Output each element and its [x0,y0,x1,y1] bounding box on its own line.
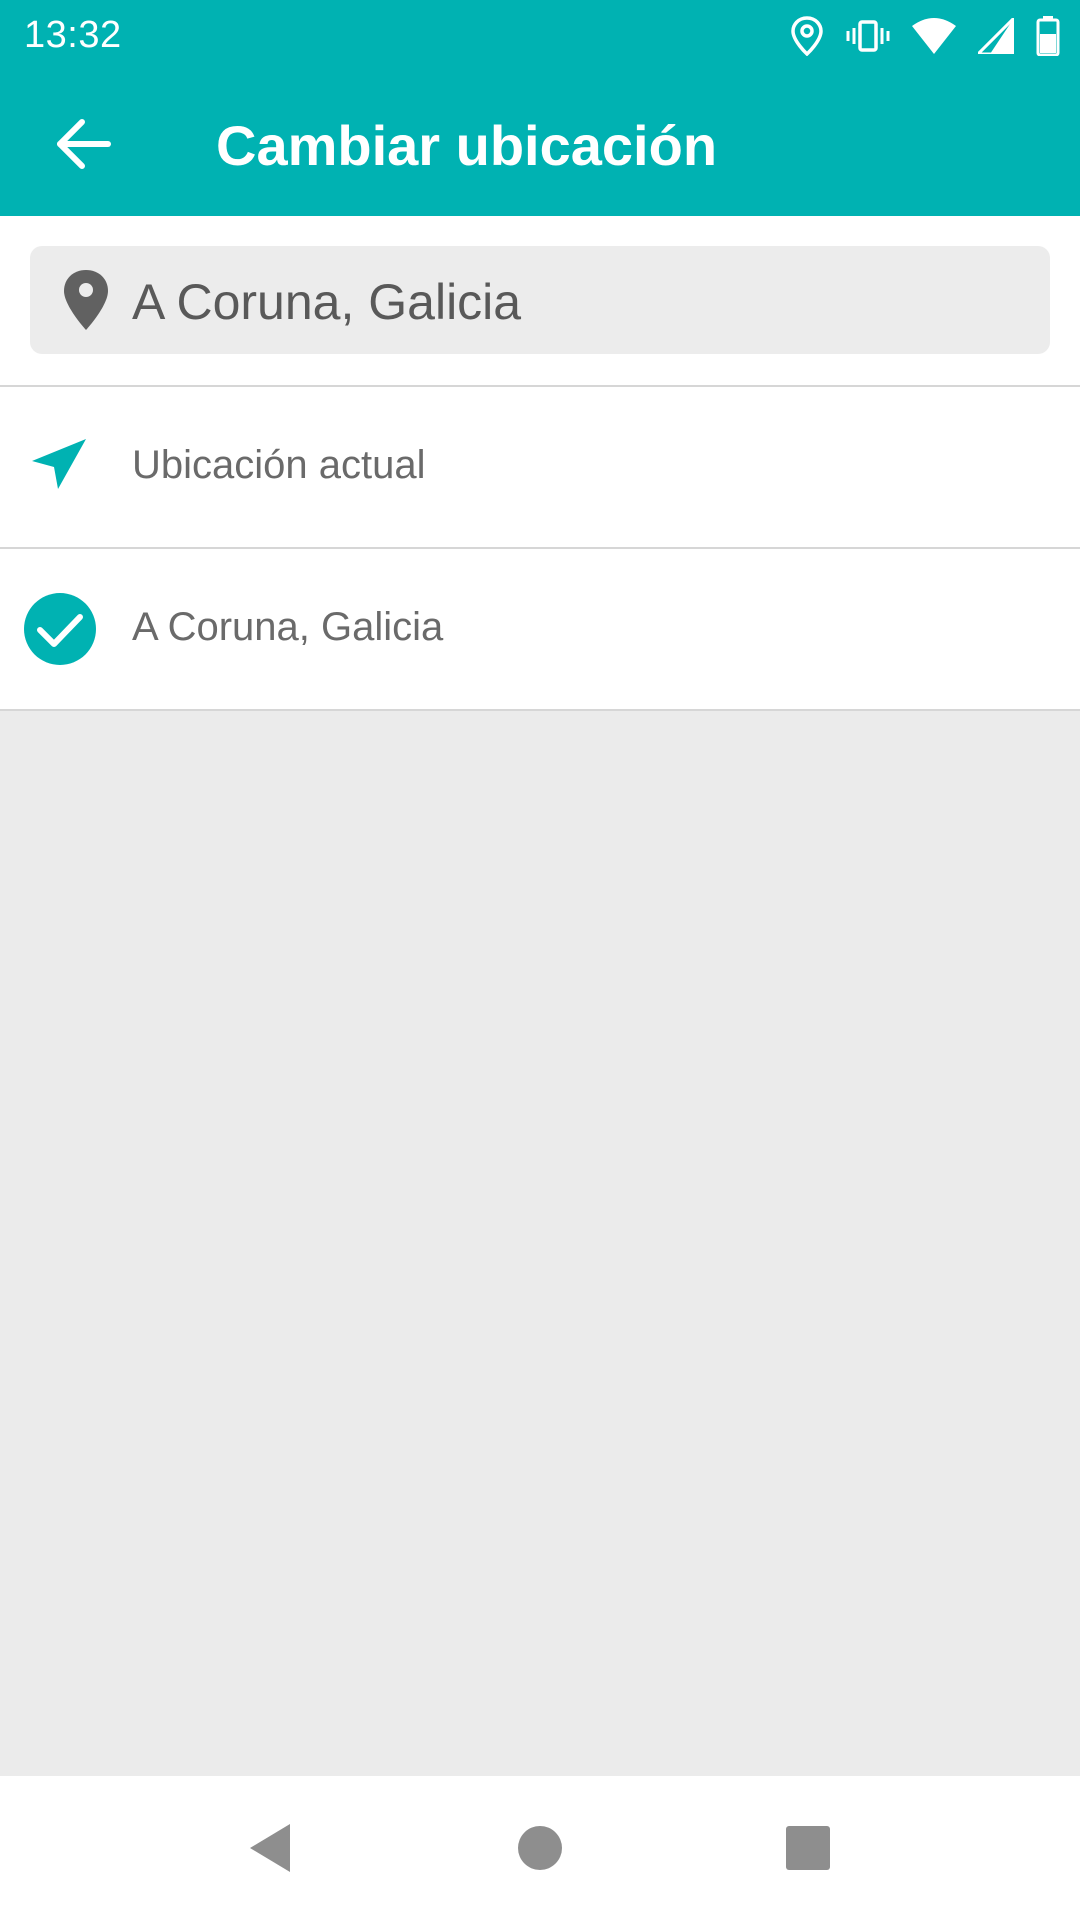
search-area: A Coruna, Galicia [0,216,1080,386]
list-item-label: Ubicación actual [132,443,426,487]
check-circle-icon [24,593,96,665]
signal-icon [978,18,1014,54]
app-bar: Cambiar ubicación [0,72,1080,216]
vibrate-icon [846,20,890,52]
location-list: Ubicación actual A Coruna, Galicia [0,385,1080,711]
page-title: Cambiar ubicación [216,114,718,177]
back-button[interactable] [52,112,116,176]
battery-icon [1036,16,1060,56]
home-circle-icon [518,1826,562,1870]
location-search-input[interactable]: A Coruna, Galicia [30,246,1050,354]
list-item-label: A Coruna, Galicia [132,605,444,649]
map-pin-icon [64,270,108,330]
location-icon [791,16,823,56]
system-nav-bar [0,1776,1080,1920]
search-value: A Coruna, Galicia [132,274,522,330]
wifi-icon [912,18,956,54]
list-item-current-location[interactable]: Ubicación actual [0,387,1080,549]
status-time: 13:32 [24,14,122,56]
status-bar: 13:32 [0,0,1080,72]
nav-recents-button[interactable] [780,1820,836,1876]
nav-back-button[interactable] [244,1820,300,1876]
list-item-saved-location[interactable]: A Coruna, Galicia [0,549,1080,711]
nav-home-button[interactable] [512,1820,568,1876]
navigation-arrow-icon [32,439,86,489]
back-triangle-icon [250,1824,290,1872]
recents-square-icon [786,1826,830,1870]
arrow-back-icon [57,119,111,169]
status-icons [790,14,1060,58]
